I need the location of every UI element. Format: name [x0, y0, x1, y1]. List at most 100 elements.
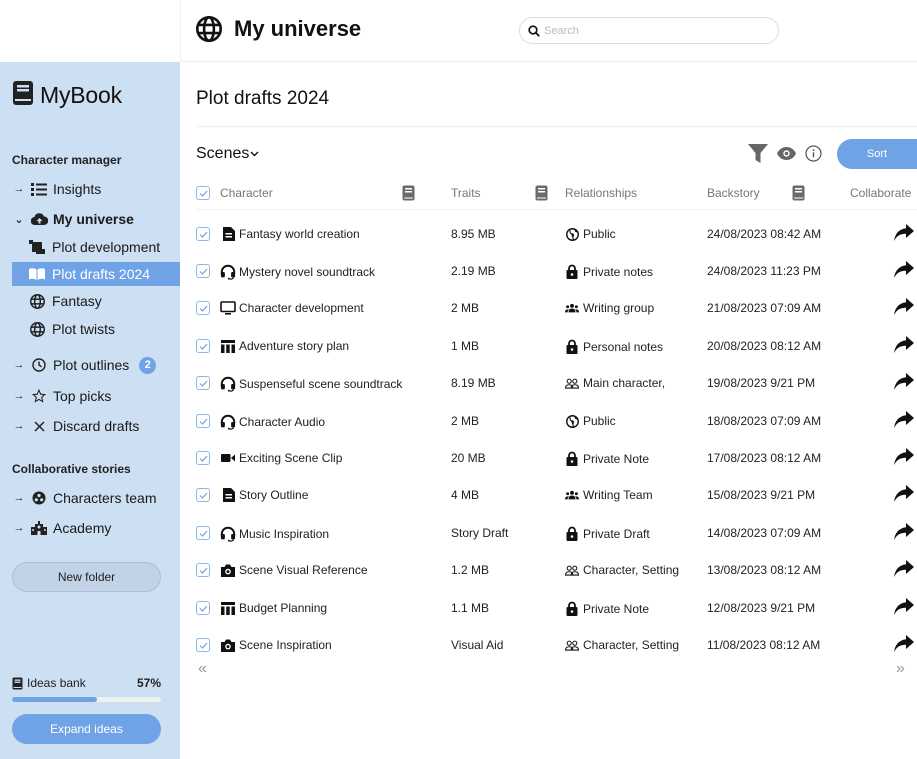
character-cell[interactable]: Fantasy world creation: [220, 227, 360, 241]
row-checkbox[interactable]: [196, 264, 210, 278]
traits-cell: 1 MB: [451, 339, 480, 353]
sidebar-item-my-universe[interactable]: ⌄ My universe: [0, 207, 180, 231]
table-row[interactable]: Fantasy world creation 8.95 MB Public 24/08…: [196, 219, 917, 249]
share-icon[interactable]: [894, 336, 914, 353]
row-checkbox[interactable]: [196, 414, 210, 428]
share-icon[interactable]: [894, 373, 914, 390]
character-cell[interactable]: Adventure story plan: [220, 339, 349, 353]
row-checkbox[interactable]: [196, 339, 210, 353]
relationships-cell: Character, Setting: [565, 638, 679, 652]
column-header-collaborate[interactable]: Collaborate: [850, 186, 911, 200]
share-icon[interactable]: [894, 598, 914, 615]
arrow-right-icon: →: [13, 390, 25, 402]
column-header-traits[interactable]: Traits: [451, 186, 481, 200]
table-row[interactable]: Scene Visual Reference 1.2 MB Character, S…: [196, 555, 917, 585]
table-row[interactable]: Character development 2 MB Writing group 21…: [196, 293, 917, 323]
column-book-icon[interactable]: [535, 185, 548, 204]
table-row[interactable]: Suspenseful scene soundtrack 8.19 MB Main …: [196, 368, 917, 398]
row-checkbox[interactable]: [196, 451, 210, 465]
row-checkbox[interactable]: [196, 488, 210, 502]
sidebar-item-plot-development[interactable]: Plot development: [0, 235, 180, 259]
pager-prev-button[interactable]: «: [198, 660, 207, 678]
character-cell[interactable]: Budget Planning: [220, 601, 327, 615]
sidebar-item-plot-twists[interactable]: Plot twists: [0, 317, 180, 341]
group-icon: [565, 303, 579, 313]
sort-button[interactable]: Sort: [837, 139, 917, 169]
sidebar-item-top-picks[interactable]: → Top picks: [0, 384, 180, 408]
share-icon[interactable]: [894, 411, 914, 428]
search-box[interactable]: [519, 17, 779, 44]
backstory-cell: 19/08/2023 9/21 PM: [707, 376, 816, 390]
share-icon[interactable]: [894, 261, 914, 278]
table-row[interactable]: Character Audio 2 MB Public 18/08/2023 07:0…: [196, 406, 917, 436]
table-icon: [220, 601, 236, 615]
ideas-bank-percent: 57%: [136, 676, 161, 690]
table-row[interactable]: Music Inspiration Story Draft Private Draf…: [196, 518, 917, 548]
character-cell[interactable]: Scene Inspiration: [220, 638, 332, 652]
table-row[interactable]: Scene Inspiration Visual Aid Character, Se…: [196, 630, 917, 660]
sidebar-item-insights[interactable]: → Insights: [0, 177, 180, 201]
sidebar-item-characters-team[interactable]: → Characters team: [0, 486, 180, 510]
globe-icon: [565, 227, 579, 241]
chevron-down-icon: [250, 151, 259, 157]
row-checkbox[interactable]: [196, 638, 210, 652]
row-checkbox[interactable]: [196, 526, 210, 540]
arrow-right-icon: →: [13, 492, 25, 504]
column-header-relationships[interactable]: Relationships: [565, 186, 637, 200]
chevron-down-icon: ⌄: [14, 213, 24, 226]
share-icon[interactable]: [894, 448, 914, 465]
sidebar-item-plot-outlines[interactable]: → Plot outlines 2: [0, 353, 180, 377]
row-checkbox[interactable]: [196, 601, 210, 615]
table-row[interactable]: Budget Planning 1.1 MB Private Note 12/08/2…: [196, 593, 917, 623]
sidebar-item-discard-drafts[interactable]: → Discard drafts: [0, 414, 180, 438]
relationships-text: Public: [583, 227, 616, 241]
share-icon[interactable]: [894, 560, 914, 577]
share-icon[interactable]: [894, 485, 914, 502]
share-icon[interactable]: [894, 523, 914, 540]
backstory-cell: 12/08/2023 9/21 PM: [707, 601, 816, 615]
info-icon[interactable]: [805, 145, 822, 162]
star-icon: [30, 388, 48, 404]
book-icon: [12, 80, 34, 111]
row-checkbox[interactable]: [196, 301, 210, 315]
character-cell[interactable]: Scene Visual Reference: [220, 563, 368, 577]
sidebar-item-label: Discard drafts: [53, 418, 140, 434]
table-row[interactable]: Mystery novel soundtrack 2.19 MB Private n…: [196, 256, 917, 286]
relationships-text: Private notes: [583, 264, 654, 279]
brand[interactable]: MyBook: [12, 80, 122, 111]
share-icon[interactable]: [894, 224, 914, 241]
row-checkbox[interactable]: [196, 563, 210, 577]
view-selector[interactable]: Scenes: [196, 145, 259, 163]
character-cell[interactable]: Story Outline: [220, 488, 308, 502]
sidebar-item-fantasy[interactable]: Fantasy: [0, 289, 180, 313]
globe-icon: [565, 414, 579, 428]
character-cell[interactable]: Music Inspiration: [220, 526, 329, 542]
filter-icon[interactable]: [748, 144, 768, 163]
search-input[interactable]: [544, 24, 764, 37]
character-cell[interactable]: Character Audio: [220, 414, 325, 430]
column-book-icon[interactable]: [402, 185, 415, 204]
pager-next-button[interactable]: »: [896, 660, 905, 678]
character-cell[interactable]: Suspenseful scene soundtrack: [220, 376, 402, 392]
sidebar-item-plot-drafts-2024[interactable]: Plot drafts 2024: [12, 262, 180, 286]
share-icon[interactable]: [894, 635, 914, 652]
table-row[interactable]: Adventure story plan 1 MB Personal notes 20…: [196, 331, 917, 361]
character-cell[interactable]: Mystery novel soundtrack: [220, 264, 375, 280]
column-book-icon[interactable]: [792, 185, 805, 204]
character-cell[interactable]: Exciting Scene Clip: [220, 451, 342, 465]
share-icon[interactable]: [894, 298, 914, 315]
lock-icon: [565, 451, 579, 466]
table-row[interactable]: Story Outline 4 MB Writing Team 15/08/2023 …: [196, 480, 917, 510]
expand-ideas-button[interactable]: Expand ideas: [12, 714, 161, 744]
column-header-character[interactable]: Character: [220, 186, 273, 200]
globe-icon: [196, 16, 222, 42]
select-all-checkbox[interactable]: [196, 186, 210, 200]
sidebar-item-academy[interactable]: → Academy: [0, 516, 180, 540]
character-cell[interactable]: Character development: [220, 301, 364, 315]
table-row[interactable]: Exciting Scene Clip 20 MB Private Note 17/0…: [196, 443, 917, 473]
row-checkbox[interactable]: [196, 376, 210, 390]
eye-icon[interactable]: [777, 147, 796, 160]
column-header-backstory[interactable]: Backstory: [707, 186, 760, 200]
row-checkbox[interactable]: [196, 227, 210, 241]
new-folder-button[interactable]: New folder: [12, 562, 161, 592]
